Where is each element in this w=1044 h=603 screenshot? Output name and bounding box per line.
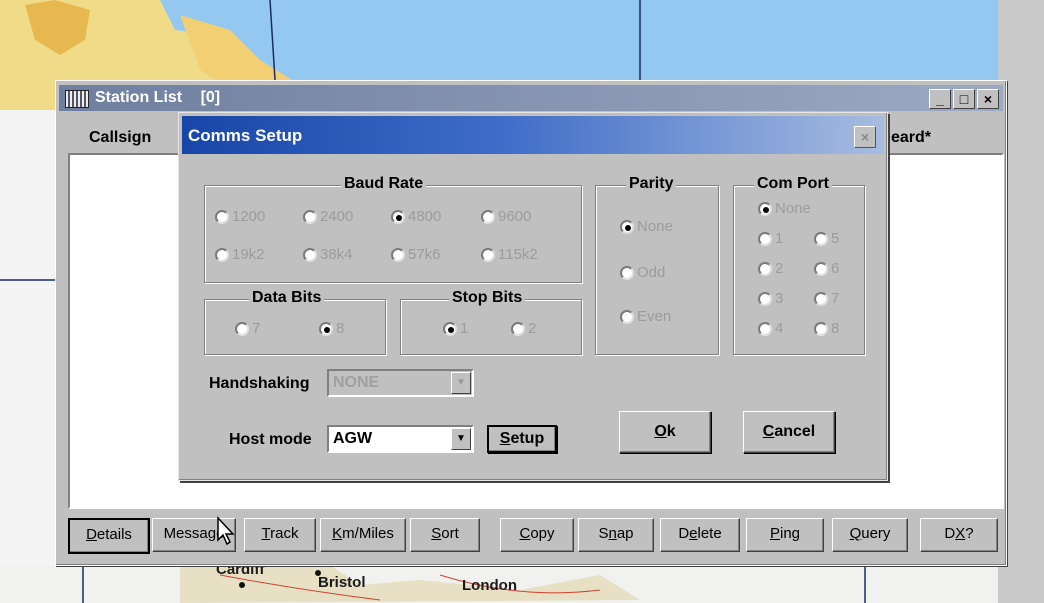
radio-icon	[511, 322, 525, 336]
minimize-button[interactable]: _	[929, 89, 951, 109]
copy-button[interactable]: Copy	[500, 518, 574, 552]
radio-icon	[620, 266, 634, 280]
radio-selected-icon	[443, 322, 457, 336]
radio-icon	[814, 262, 828, 276]
data-bits-group: Data Bits 7 8	[204, 289, 386, 355]
radio-icon	[215, 210, 229, 224]
column-callsign[interactable]: Callsign	[89, 129, 151, 147]
com-none-radio[interactable]: None	[758, 200, 811, 217]
close-button[interactable]: ×	[977, 89, 999, 109]
radio-selected-icon	[758, 202, 772, 216]
stop-bits-group: Stop Bits 1 2	[400, 289, 582, 355]
baud-38k4-radio[interactable]: 38k4	[303, 246, 353, 263]
map-place-london: London	[462, 577, 517, 594]
radio-icon	[481, 210, 495, 224]
baud-1200-radio[interactable]: 1200	[215, 208, 265, 225]
baud-2400-radio[interactable]: 2400	[303, 208, 353, 225]
baud-rate-group: Baud Rate 1200 2400 4800 9600 19k2 38k4 …	[204, 175, 582, 283]
parity-even-radio[interactable]: Even	[620, 308, 671, 325]
handshaking-select[interactable]: NONE ▼	[327, 369, 474, 397]
delete-button[interactable]: Delete	[660, 518, 740, 552]
km-miles-button[interactable]: Km/Miles	[320, 518, 406, 552]
radio-icon	[758, 262, 772, 276]
station-list-titlebar[interactable]: Station List [0] _ □ ×	[59, 85, 1003, 111]
radio-icon	[391, 248, 405, 262]
baud-9600-radio[interactable]: 9600	[481, 208, 531, 225]
chevron-down-icon: ▼	[451, 372, 471, 394]
maximize-button[interactable]: □	[953, 89, 975, 109]
track-button[interactable]: Track	[244, 518, 316, 552]
details-button[interactable]: Details	[68, 518, 150, 554]
dialog-close-button[interactable]: ×	[854, 126, 876, 148]
parity-label: Parity	[626, 175, 677, 193]
data-bits-label: Data Bits	[249, 289, 325, 307]
comms-setup-dialog: Comms Setup × Baud Rate 1200 2400 4800 9…	[178, 112, 888, 481]
com-4-radio[interactable]: 4	[758, 320, 783, 337]
radio-icon	[215, 248, 229, 262]
baud-57k6-radio[interactable]: 57k6	[391, 246, 441, 263]
radio-icon	[481, 248, 495, 262]
com-3-radio[interactable]: 3	[758, 290, 783, 307]
com-1-radio[interactable]: 1	[758, 230, 783, 247]
radio-icon	[620, 310, 634, 324]
baud-115k2-radio[interactable]: 115k2	[481, 246, 538, 263]
radio-icon	[235, 322, 249, 336]
radio-icon	[303, 248, 317, 262]
snap-button[interactable]: Snap	[578, 518, 654, 552]
sort-button[interactable]: Sort	[410, 518, 480, 552]
com-5-radio[interactable]: 5	[814, 230, 839, 247]
column-heard[interactable]: eard*	[891, 129, 931, 147]
parity-group: Parity None Odd Even	[595, 175, 719, 355]
query-button[interactable]: Query	[832, 518, 908, 552]
cancel-button[interactable]: Cancel	[743, 411, 835, 453]
com-8-radio[interactable]: 8	[814, 320, 839, 337]
chevron-down-icon: ▼	[451, 428, 471, 450]
com-2-radio[interactable]: 2	[758, 260, 783, 277]
radio-icon	[303, 210, 317, 224]
com-6-radio[interactable]: 6	[814, 260, 839, 277]
baud-4800-radio[interactable]: 4800	[391, 208, 441, 225]
com-7-radio[interactable]: 7	[814, 290, 839, 307]
mouse-pointer-icon	[217, 516, 235, 546]
radio-icon	[814, 292, 828, 306]
comms-setup-title: Comms Setup	[188, 126, 303, 145]
host-mode-label: Host mode	[229, 431, 312, 448]
radio-selected-icon	[620, 220, 634, 234]
host-mode-select[interactable]: AGW ▼	[327, 425, 474, 453]
radio-icon	[814, 232, 828, 246]
setup-button[interactable]: Setup	[487, 425, 557, 453]
station-count: [0]	[200, 89, 221, 106]
station-list-title: Station List	[95, 89, 183, 106]
databits-8-radio[interactable]: 8	[319, 320, 344, 337]
radio-icon	[814, 322, 828, 336]
ok-button[interactable]: Ok	[619, 411, 711, 453]
baud-19k2-radio[interactable]: 19k2	[215, 246, 265, 263]
radio-selected-icon	[391, 210, 405, 224]
parity-odd-radio[interactable]: Odd	[620, 264, 665, 281]
radio-icon	[758, 232, 772, 246]
comms-setup-titlebar[interactable]: Comms Setup ×	[182, 116, 884, 154]
radio-icon	[758, 292, 772, 306]
radio-icon	[758, 322, 772, 336]
baud-rate-label: Baud Rate	[341, 175, 427, 193]
databits-7-radio[interactable]: 7	[235, 320, 260, 337]
stopbits-2-radio[interactable]: 2	[511, 320, 536, 337]
dx-button[interactable]: DX?	[920, 518, 998, 552]
com-port-label: Com Port	[754, 175, 832, 193]
stop-bits-label: Stop Bits	[449, 289, 526, 307]
handshaking-label: Handshaking	[209, 375, 310, 392]
ping-button[interactable]: Ping	[746, 518, 824, 552]
radio-selected-icon	[319, 322, 333, 336]
stopbits-1-radio[interactable]: 1	[443, 320, 468, 337]
map-place-bristol: Bristol	[318, 574, 366, 591]
app-icon	[65, 90, 89, 108]
parity-none-radio[interactable]: None	[620, 218, 673, 235]
com-port-group: Com Port None 1 5 2 6 3 7 4 8	[733, 175, 865, 355]
